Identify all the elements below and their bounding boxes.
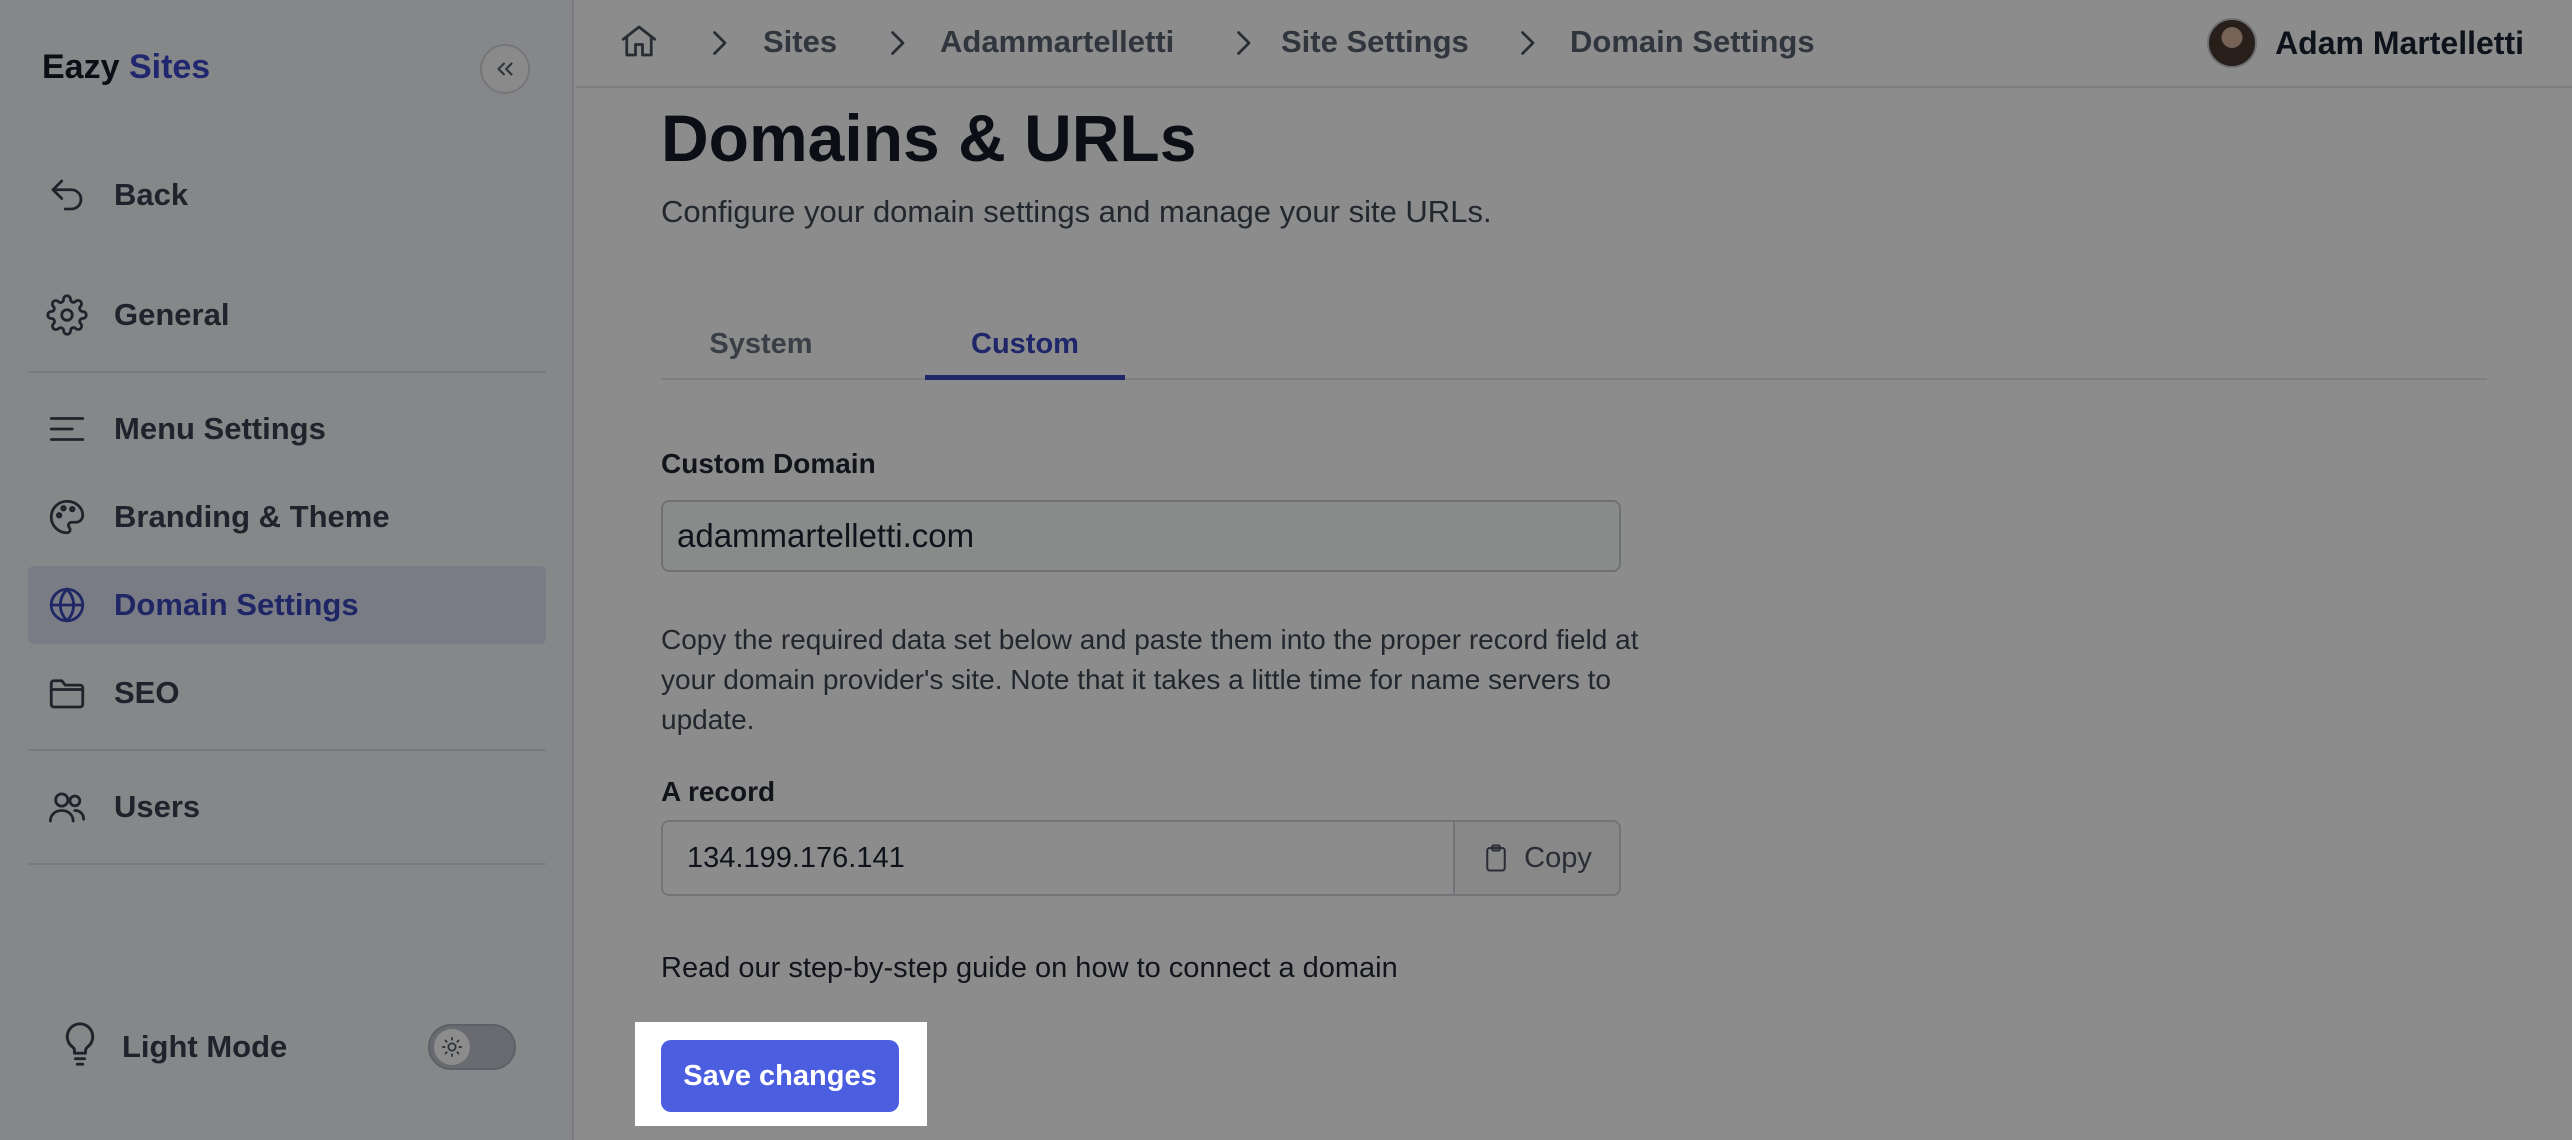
custom-domain-label: Custom Domain [661,448,876,479]
tab-system[interactable]: System [661,322,861,380]
light-mode-row: Light Mode [58,1018,287,1075]
clipboard-icon [1486,844,1506,872]
sidebar-item-general[interactable]: General [28,276,546,354]
chevron-right-icon [704,24,734,62]
page-subtitle: Configure your domain settings and manag… [661,194,1492,229]
sidebar-item-label: General [114,297,230,332]
sidebar-item-label: SEO [114,675,180,710]
sidebar-item-label: Domain Settings [114,587,359,622]
menu-lines-icon [44,406,90,452]
sun-icon [434,1029,470,1065]
users-icon [44,784,90,830]
chevron-right-icon [1512,24,1542,62]
chevron-right-icon [882,24,912,62]
palette-icon [44,494,90,540]
sidebar-item-label: Menu Settings [114,411,326,446]
light-mode-label: Light Mode [122,1028,288,1064]
sidebar: Eazy Sites Back General Menu Settings Br… [0,0,574,1140]
brand-name: Eazy [42,48,120,86]
a-record-field: 134.199.176.141 Copy [661,820,1621,896]
sidebar-divider [28,749,546,751]
sidebar-item-label: Users [114,789,201,824]
sidebar-item-menu-settings[interactable]: Menu Settings [28,390,546,468]
sidebar-item-label: Back [114,177,189,212]
top-bar: Sites Adammartelletti Site Settings Doma… [576,0,2572,88]
tab-bar: System Custom [661,306,2487,380]
sidebar-item-domain-settings[interactable]: Domain Settings [28,566,546,644]
back-arrow-icon [44,172,90,218]
folder-icon [44,670,90,716]
collapse-sidebar-button[interactable] [480,44,530,94]
dim-overlay-right [927,1022,2572,1140]
a-record-value[interactable]: 134.199.176.141 [663,822,1453,894]
custom-domain-input[interactable] [661,500,1621,572]
sidebar-item-back[interactable]: Back [28,156,546,234]
breadcrumb-site[interactable]: Adammartelletti [940,24,1174,60]
tab-custom[interactable]: Custom [925,322,1125,380]
sidebar-item-users[interactable]: Users [28,768,546,846]
chevron-right-icon [1228,24,1258,62]
light-mode-toggle[interactable] [428,1024,516,1070]
sidebar-divider [28,863,546,865]
brand-logo[interactable]: Eazy Sites [42,48,210,87]
gear-icon [44,292,90,338]
copy-button[interactable]: Copy [1453,822,1619,894]
guide-link[interactable]: Read our step-by-step guide on how to co… [661,952,1398,985]
home-icon[interactable] [618,20,660,67]
user-name: Adam Martelletti [2275,24,2524,61]
lightbulb-icon [58,1018,102,1075]
globe-icon [44,582,90,628]
breadcrumb-site-settings[interactable]: Site Settings [1281,24,1469,60]
sidebar-item-branding-theme[interactable]: Branding & Theme [28,478,546,556]
breadcrumb-sites[interactable]: Sites [763,24,837,60]
dim-overlay-bottom [635,1126,927,1140]
save-changes-button[interactable]: Save changes [661,1040,899,1112]
user-menu[interactable]: Adam Martelletti [2207,18,2524,68]
help-text: Copy the required data set below and pas… [661,624,1639,735]
page-title: Domains & URLs [661,101,1197,175]
copy-button-label: Copy [1524,841,1592,874]
avatar [2207,18,2258,68]
double-chevron-left-icon [497,62,513,76]
sidebar-divider [28,371,546,373]
sidebar-item-label: Branding & Theme [114,499,390,534]
sidebar-item-seo[interactable]: SEO [28,654,546,732]
breadcrumb-domain-settings[interactable]: Domain Settings [1570,24,1815,60]
brand-accent: Sites [128,48,211,86]
a-record-label: A record [661,776,776,807]
